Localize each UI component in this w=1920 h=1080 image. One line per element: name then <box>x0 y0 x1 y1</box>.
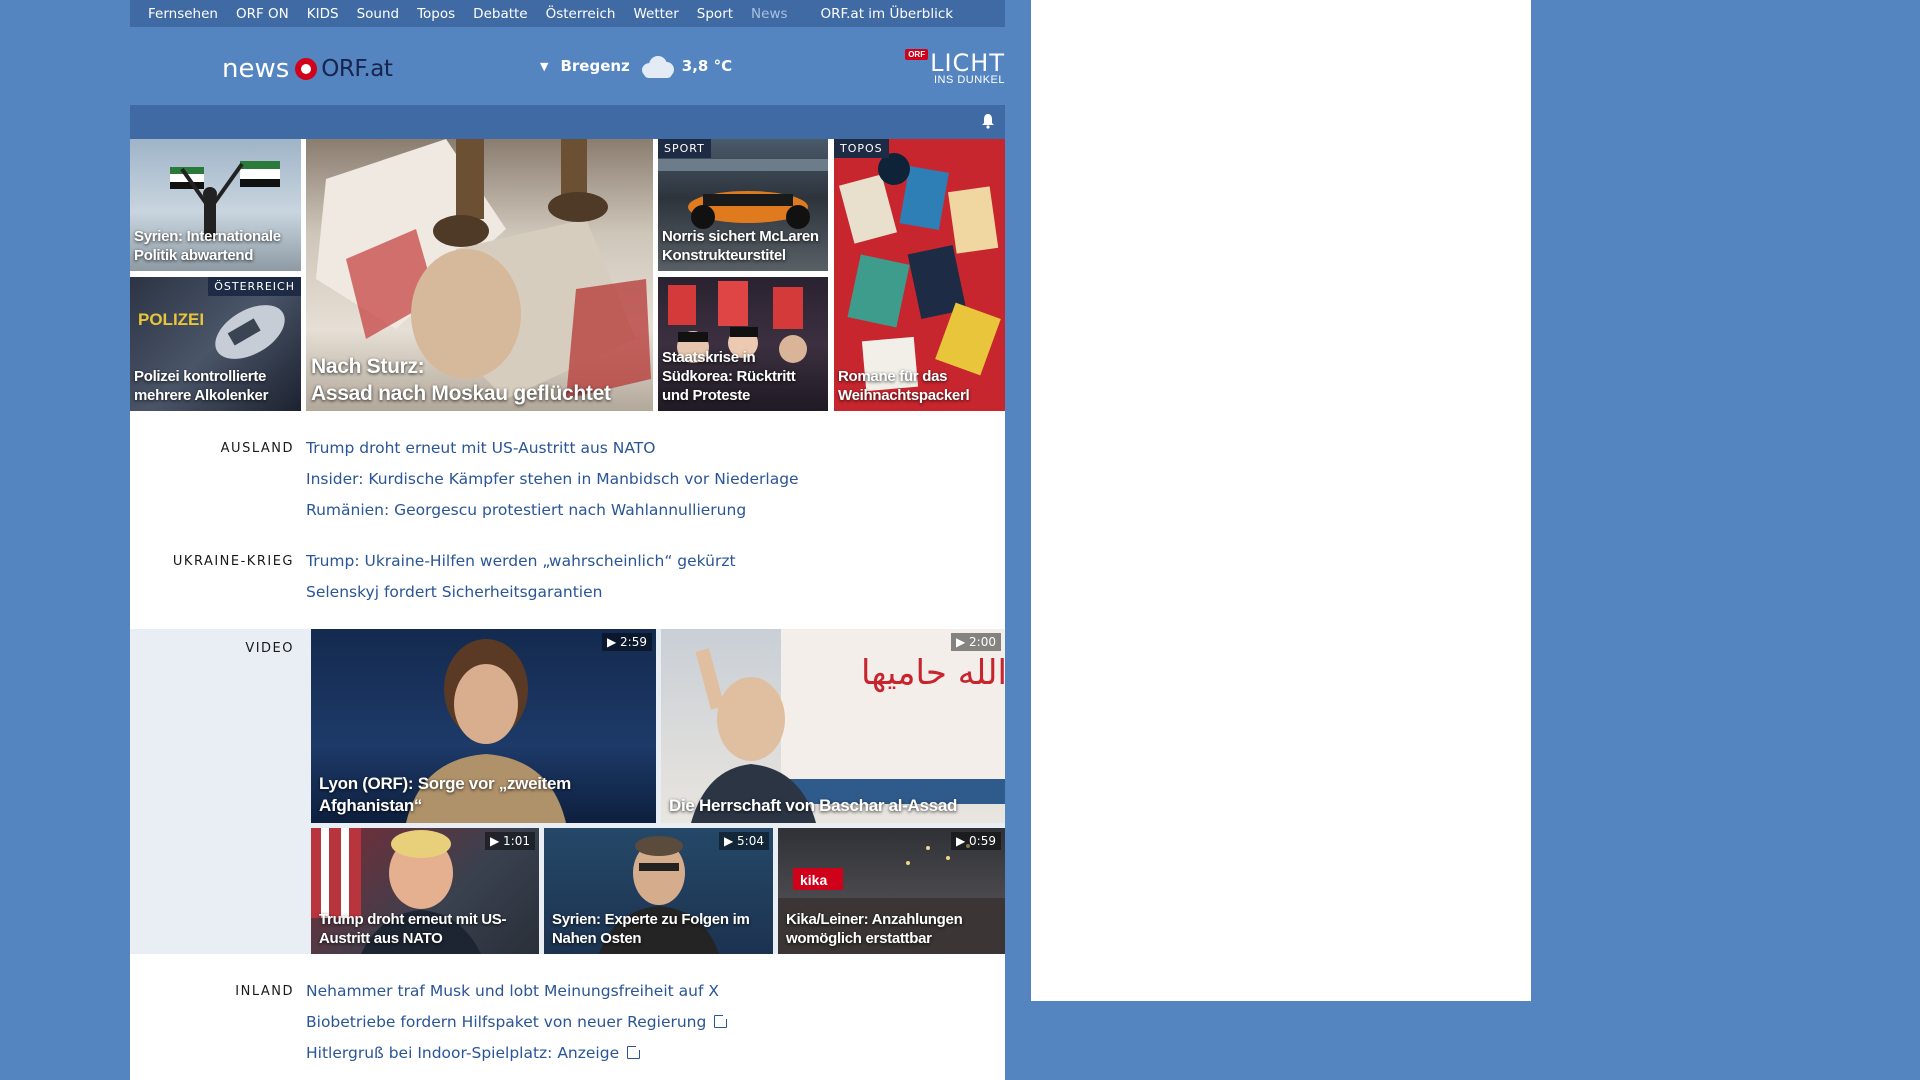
licht-ins-dunkel-logo[interactable]: ORF LICHT INS DUNKEL <box>905 49 1005 86</box>
tile-title: Staatskrise in Südkorea: Rücktritt und P… <box>662 349 796 404</box>
nav-oesterreich[interactable]: Österreich <box>546 6 616 22</box>
notification-bar <box>130 105 1005 139</box>
logo-orf-text: ORF.at <box>321 56 393 82</box>
video-title: Syrien: Experte zu Folgen im Nahen Osten <box>552 911 750 947</box>
nav-topos[interactable]: Topos <box>417 6 455 22</box>
licht-title: LICHT <box>930 49 1005 77</box>
tile-tag: ÖSTERREICH <box>208 277 301 296</box>
section-ausland: AUSLAND Trump droht erneut mit US-Austri… <box>130 437 1005 537</box>
video-duration: ▶ 1:01 <box>485 832 535 850</box>
headline-link[interactable]: Trump droht erneut mit US-Austritt aus N… <box>306 439 655 457</box>
tile-title: Polizei kontrollierte mehrere Alkolenker <box>134 368 269 404</box>
dropdown-triangle-icon: ▼ <box>540 59 549 73</box>
video-duration: ▶ 2:00 <box>951 633 1001 651</box>
external-link-icon <box>714 1013 730 1028</box>
nav-news[interactable]: News <box>751 6 787 22</box>
weather-widget[interactable]: ▼ Bregenz 3,8 °C <box>540 53 732 79</box>
section-label: VIDEO <box>245 641 294 656</box>
nav-orf-on[interactable]: ORF ON <box>236 6 289 22</box>
video-tile-assad-herrschaft[interactable]: سوريا الله حاميها ▶ 2:00 Die Herrschaft … <box>661 629 1005 823</box>
video-duration: ▶ 0:59 <box>951 832 1001 850</box>
headline-link[interactable]: Trump: Ukraine-Hilfen werden „wahrschein… <box>306 552 736 570</box>
story-tile-syrien[interactable]: Syrien: Internationale Politik abwartend <box>130 139 301 271</box>
nav-overview[interactable]: ORF.at im Überblick <box>821 6 954 22</box>
video-duration: ▶ 2:59 <box>602 633 652 651</box>
orf-badge: ORF <box>905 49 929 60</box>
section-label: AUSLAND <box>220 441 294 456</box>
video-tile-trump[interactable]: ▶ 1:01 Trump droht erneut mit US-Austrit… <box>311 828 539 954</box>
tile-title: Norris sichert McLaren Konstrukteurstite… <box>662 228 819 264</box>
news-orf-logo[interactable]: news ORF.at <box>222 49 393 89</box>
banner-text: سوريا الله حاميها <box>861 653 1005 693</box>
weather-location: Bregenz <box>560 57 630 75</box>
section-label: INLAND <box>235 984 294 999</box>
video-title: Die Herrschaft von Baschar al-Assad <box>669 796 958 815</box>
tile-title-line2: Assad nach Moskau geflüchtet <box>311 382 611 405</box>
video-tile-experte[interactable]: ▶ 5:04 Syrien: Experte zu Folgen im Nahe… <box>544 828 773 954</box>
headline-link[interactable]: Selenskyj fordert Sicherheitsgarantien <box>306 583 602 601</box>
nav-debatte[interactable]: Debatte <box>473 6 527 22</box>
kika-sign-text: kika <box>800 872 827 888</box>
nav-sport[interactable]: Sport <box>697 6 733 22</box>
polizei-text: POLIZEI <box>138 310 204 329</box>
story-tile-norris[interactable]: SPORT Norris sichert McLaren Konstrukteu… <box>658 139 828 271</box>
nav-kids[interactable]: KIDS <box>307 6 339 22</box>
top-navigation: Fernsehen ORF ON KIDS Sound Topos Debatt… <box>130 0 1005 27</box>
main-content: Syrien: Internationale Politik abwartend… <box>130 139 1005 1080</box>
nav-wetter[interactable]: Wetter <box>633 6 678 22</box>
headline-link[interactable]: Biobetriebe fordern Hilfspaket von neuer… <box>306 1013 730 1031</box>
tile-title-line1: Nach Sturz: <box>311 355 425 378</box>
headline-link[interactable]: Insider: Kurdische Kämpfer stehen in Man… <box>306 470 799 488</box>
video-duration: ▶ 5:04 <box>719 832 769 850</box>
cloud-icon <box>640 53 676 79</box>
tile-title: Nach Sturz: Assad nach Moskau geflüchtet <box>311 353 649 407</box>
section-inland: INLAND Nehammer traf Musk und lobt Meinu… <box>130 980 1005 1080</box>
bell-icon[interactable] <box>981 113 995 129</box>
video-tile-kika[interactable]: kika ▶ 0:59 Kika/Leiner: Anzahlungen wom… <box>778 828 1005 954</box>
video-thumbnail: سوريا الله حاميها <box>691 629 1005 823</box>
tile-tag: SPORT <box>658 139 711 158</box>
tile-title: Romane für das Weihnachtspackerl <box>838 368 970 404</box>
story-tile-romane[interactable]: TOPOS Romane für das Weihnachtspackerl <box>834 139 1005 411</box>
weather-temperature: 3,8 °C <box>681 57 733 75</box>
headline-link[interactable]: Rumänien: Georgescu protestiert nach Wah… <box>306 501 746 519</box>
section-video: VIDEO ▶ 2:59 Lyon (ORF): Sorge vor „zwei… <box>130 629 1005 954</box>
video-tile-lyon[interactable]: ▶ 2:59 Lyon (ORF): Sorge vor „zweitem Af… <box>311 629 656 823</box>
story-tile-suedkorea[interactable]: Staatskrise in Südkorea: Rücktritt und P… <box>658 277 828 411</box>
video-title: Trump droht erneut mit US-Austritt aus N… <box>319 911 507 947</box>
headline-link[interactable]: Hitlergruß bei Indoor-Spielplatz: Anzeig… <box>306 1044 643 1062</box>
section-ukraine-krieg: UKRAINE-KRIEG Trump: Ukraine-Hilfen werd… <box>130 550 1005 620</box>
section-label: UKRAINE-KRIEG <box>172 554 294 569</box>
nav-fernsehen[interactable]: Fernsehen <box>148 6 218 22</box>
nav-sound[interactable]: Sound <box>357 6 400 22</box>
video-title: Lyon (ORF): Sorge vor „zweitem Afghanist… <box>319 774 572 815</box>
story-tile-polizei[interactable]: POLIZEI ÖSTERREICH Polizei kontrollierte… <box>130 277 301 411</box>
tile-tag: TOPOS <box>834 139 889 158</box>
site-header: news ORF.at ▼ Bregenz 3,8 °C ORF LICHT IN… <box>130 27 1005 105</box>
orf-ring-icon <box>295 58 318 80</box>
external-link-icon <box>627 1044 643 1059</box>
video-title: Kika/Leiner: Anzahlungen womöglich ersta… <box>786 911 963 947</box>
right-ad-panel <box>1031 0 1531 1001</box>
story-tile-assad[interactable]: Nach Sturz: Assad nach Moskau geflüchtet <box>306 139 653 411</box>
tile-title: Syrien: Internationale Politik abwartend <box>134 228 281 264</box>
logo-news-text: news <box>222 54 290 84</box>
headline-link[interactable]: Nehammer traf Musk und lobt Meinungsfrei… <box>306 982 719 1000</box>
